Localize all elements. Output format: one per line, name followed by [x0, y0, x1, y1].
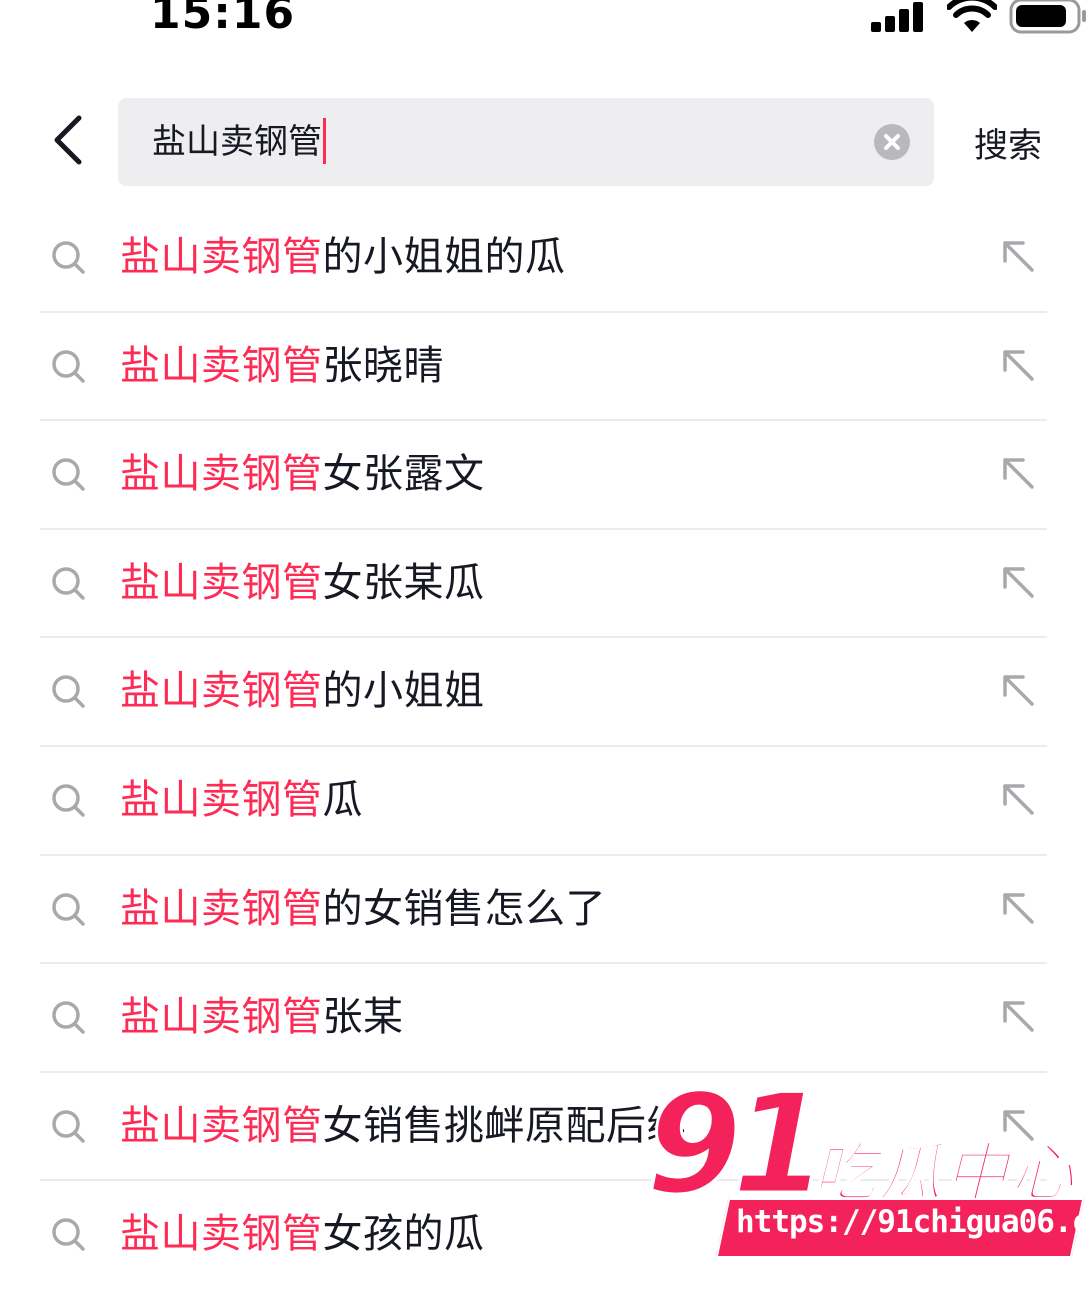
- suggestion-text: 盐山卖钢管女张露文: [120, 447, 485, 501]
- suggestion-item[interactable]: 盐山卖钢管瓜: [0, 747, 1087, 856]
- fill-query-arrow-icon[interactable]: [1000, 564, 1036, 600]
- suggestion-item[interactable]: 盐山卖钢管的女销售怎么了: [0, 856, 1087, 965]
- back-arrow-icon: [54, 115, 82, 165]
- search-icon: [52, 675, 85, 709]
- suggestion-item[interactable]: 盐山卖钢管女张露文: [0, 421, 1087, 530]
- search-icon: [52, 241, 85, 274]
- signal-icon: [871, 2, 923, 32]
- suggestion-text: 盐山卖钢管瓜: [120, 773, 363, 827]
- suggestion-highlight: 盐山卖钢管: [120, 451, 323, 498]
- suggestion-highlight: 盐山卖钢管: [120, 668, 323, 715]
- status-bar: 15:16: [0, 0, 1087, 60]
- suggestion-rest: 张某: [322, 994, 404, 1041]
- suggestion-item[interactable]: 盐山卖钢管的小姐姐的瓜: [0, 204, 1087, 313]
- suggestion-item[interactable]: 盐山卖钢管女张某瓜: [0, 530, 1087, 639]
- fill-query-arrow-icon[interactable]: [1000, 890, 1036, 926]
- suggestion-rest: 女孩的瓜: [322, 1211, 485, 1258]
- fill-query-arrow-icon[interactable]: [1000, 455, 1036, 491]
- fill-query-arrow-icon[interactable]: [1000, 672, 1036, 708]
- battery-icon: [1009, 0, 1086, 34]
- search-submit-button[interactable]: 搜索: [974, 118, 1042, 167]
- clear-button[interactable]: [874, 124, 910, 160]
- search-box[interactable]: 盐山卖钢管: [118, 98, 934, 186]
- watermark-url: https://91chigua06.com: [736, 1204, 1087, 1240]
- clear-icon: [884, 134, 900, 150]
- suggestion-text: 盐山卖钢管张某: [120, 990, 404, 1044]
- fill-query-arrow-icon[interactable]: [1000, 238, 1036, 274]
- search-query: 盐山卖钢管: [152, 122, 322, 162]
- fill-query-arrow-icon[interactable]: [1000, 998, 1036, 1034]
- suggestion-highlight: 盐山卖钢管: [120, 885, 323, 932]
- search-input[interactable]: 盐山卖钢管: [152, 98, 326, 186]
- search-icon: [52, 784, 85, 817]
- suggestion-rest: 的小姐姐的瓜: [322, 234, 566, 280]
- suggestion-highlight: 盐山卖钢管: [120, 1102, 323, 1149]
- suggestion-text: 盐山卖钢管张晓晴: [120, 339, 444, 393]
- fill-query-arrow-icon[interactable]: [1000, 781, 1036, 817]
- suggestion-text: 盐山卖钢管女销售挑衅原配后续: [120, 1099, 687, 1153]
- suggestion-text: 盐山卖钢管女孩的瓜: [120, 1207, 485, 1261]
- suggestion-text: 盐山卖钢管的小姐姐的瓜: [120, 230, 566, 284]
- suggestion-text: 盐山卖钢管的女销售怎么了: [120, 882, 606, 936]
- suggestion-highlight: 盐山卖钢管: [120, 1211, 323, 1258]
- back-button[interactable]: [40, 110, 96, 170]
- search-icon: [52, 1218, 85, 1252]
- search-icon: [52, 349, 85, 383]
- search-icon: [52, 1110, 85, 1143]
- suggestion-item[interactable]: 盐山卖钢管张晓晴: [0, 313, 1087, 422]
- suggestion-rest: 的小姐姐: [322, 668, 485, 715]
- suggestion-highlight: 盐山卖钢管: [120, 559, 323, 606]
- wifi-icon: [947, 0, 997, 32]
- text-caret: [323, 117, 326, 164]
- suggestion-text: 盐山卖钢管的小姐姐: [120, 664, 485, 718]
- watermark-logo: 91 吃瓜中心 https://91chigua06.com: [640, 1063, 1087, 1280]
- fill-query-arrow-icon[interactable]: [1000, 347, 1036, 383]
- search-icon: [52, 567, 85, 600]
- suggestion-highlight: 盐山卖钢管: [120, 994, 323, 1041]
- suggestion-rest: 张晓晴: [322, 342, 444, 389]
- suggestion-rest: 女销售挑衅原配后续: [322, 1102, 687, 1149]
- search-header: 盐山卖钢管 搜索: [0, 96, 1087, 188]
- status-time: 15:16: [150, 0, 296, 39]
- suggestion-item[interactable]: 盐山卖钢管的小姐姐: [0, 638, 1087, 747]
- suggestion-rest: 女张露文: [322, 451, 485, 498]
- search-icon: [52, 892, 85, 926]
- suggestion-highlight: 盐山卖钢管: [120, 776, 323, 823]
- suggestion-rest: 女张某瓜: [322, 559, 485, 606]
- suggestion-rest: 瓜: [322, 776, 363, 823]
- search-icon: [52, 1001, 85, 1034]
- suggestion-rest: 的女销售怎么了: [322, 885, 606, 932]
- suggestion-highlight: 盐山卖钢管: [120, 342, 323, 389]
- suggestion-text: 盐山卖钢管女张某瓜: [120, 556, 485, 610]
- suggestion-highlight: 盐山卖钢管: [120, 234, 323, 280]
- suggestion-item[interactable]: 盐山卖钢管张某: [0, 964, 1087, 1073]
- search-icon: [52, 458, 85, 491]
